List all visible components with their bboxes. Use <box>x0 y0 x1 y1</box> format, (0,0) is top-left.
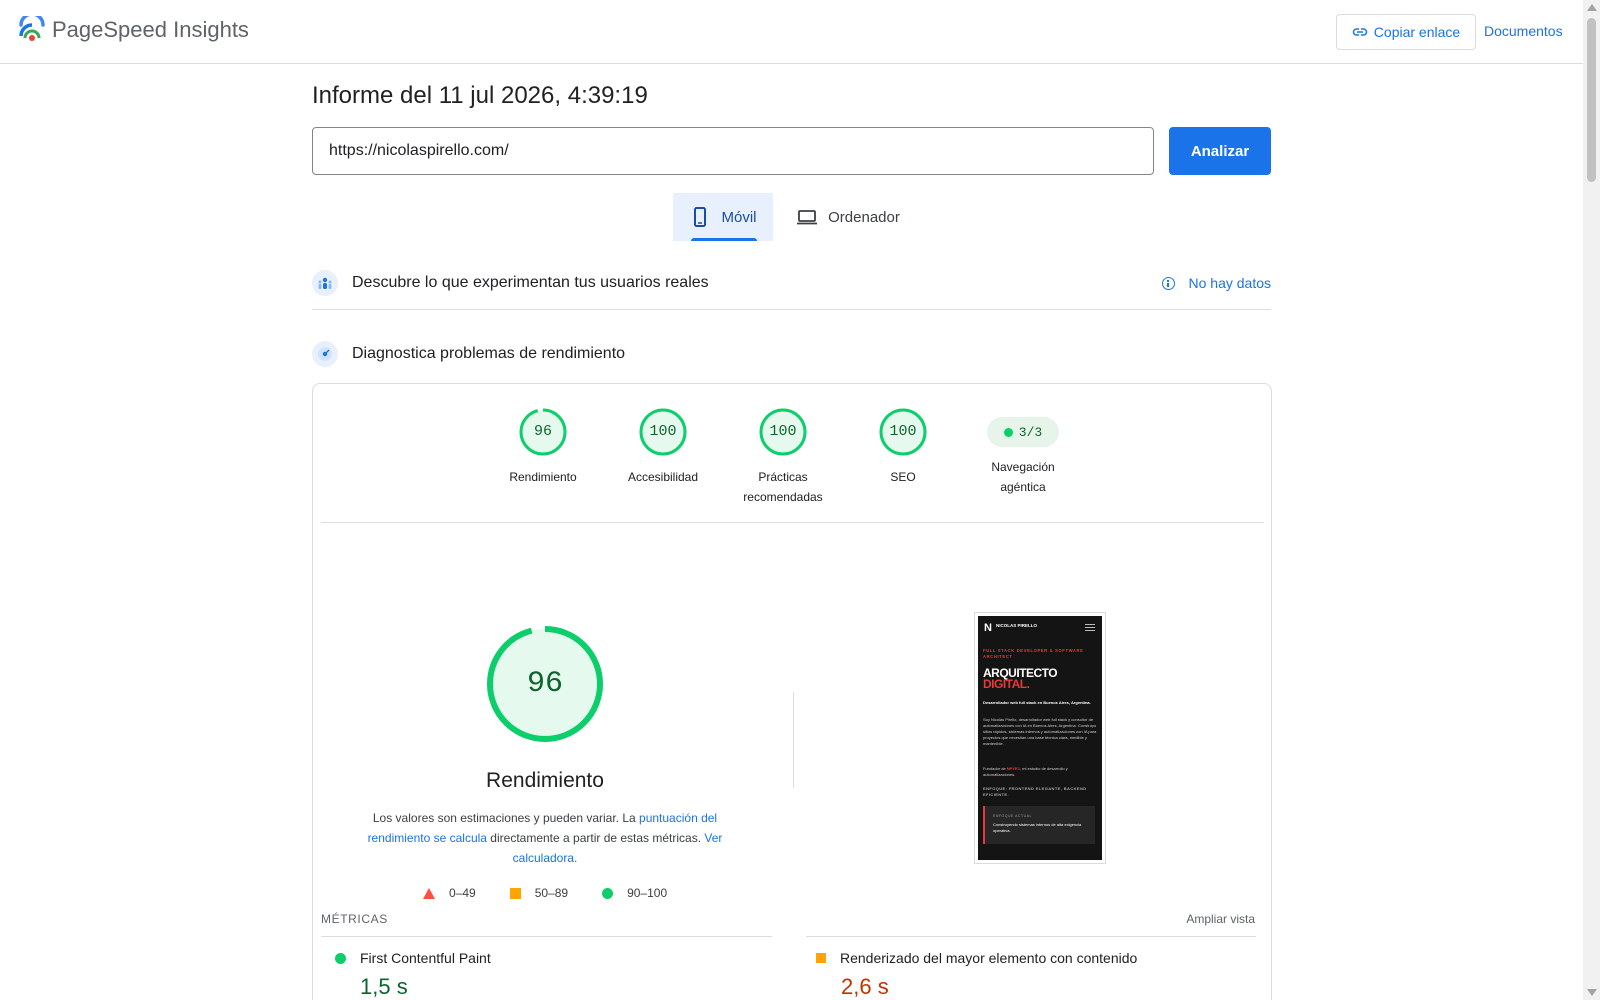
scroll-up-arrow-icon[interactable] <box>1587 4 1597 11</box>
legend-fail: 0–49 <box>423 886 476 900</box>
screenshot-content: N NICOLAS PIRELLO FULL STACK DEVELOPER &… <box>978 616 1102 860</box>
report-card: 96 Rendimiento 100 Accesibilidad 100 Prá… <box>312 383 1272 1000</box>
average-square-icon <box>509 887 521 899</box>
fail-triangle-icon <box>423 887 435 899</box>
hamburger-menu-icon <box>1085 624 1095 631</box>
agentic-pill: 3/3 <box>987 417 1059 447</box>
metric-value: 2,6 s <box>841 974 889 999</box>
copy-link-button[interactable]: Copiar enlace <box>1336 14 1476 50</box>
performance-note: Los valores son estimaciones y pueden va… <box>365 808 725 868</box>
vertical-divider <box>793 692 794 788</box>
gauge-value: 100 <box>649 423 677 440</box>
mobile-phone-icon <box>694 207 707 227</box>
tab-mobile-label: Móvil <box>721 208 757 226</box>
metric-name: Renderizado del mayor elemento con conte… <box>840 950 1138 966</box>
pass-circle-icon <box>335 952 346 964</box>
performance-gauge: 96 <box>485 624 605 744</box>
site-brand: NICOLAS PIRELLO <box>996 623 1038 628</box>
lab-data-title: Diagnostica problemas de rendimiento <box>352 345 626 362</box>
pagespeed-logo-icon[interactable] <box>18 16 46 46</box>
brand-title[interactable]: PageSpeed Insights <box>52 17 249 43</box>
gauge-label: Navegación agéntica <box>991 460 1055 494</box>
copy-link-label: Copiar enlace <box>1373 24 1461 40</box>
site-subtitle: FULL STACK DEVELOPER & SOFTWARE ARCHITEC… <box>983 648 1084 659</box>
founder-text: Fundador de <box>983 766 1007 771</box>
docs-link[interactable]: Documentos <box>1484 23 1563 39</box>
diagnostics-icon <box>312 341 338 367</box>
metric-value: 1,5 s <box>360 974 408 999</box>
report-title: Informe del 11 jul 2026, 4:39:19 <box>312 82 648 109</box>
laptop-icon <box>797 210 818 225</box>
legend-range: 0–49 <box>449 886 476 900</box>
link-icon <box>1352 28 1367 36</box>
gauge-seo[interactable]: 100 SEO <box>848 407 958 487</box>
legend-average: 50–89 <box>509 886 569 900</box>
site-heading: ARQUITECTO DIGITAL. <box>983 667 1058 691</box>
scroll-down-arrow-icon[interactable] <box>1587 989 1597 996</box>
divider <box>806 936 1256 937</box>
site-lead: Desarrollador web full stack en Buenos A… <box>983 700 1091 705</box>
pass-circle-icon <box>602 887 614 899</box>
gauge-agentic[interactable]: 3/3 Navegación agéntica <box>968 407 1078 497</box>
lab-data-section: Diagnostica problemas de rendimiento <box>312 332 1271 376</box>
top-bar: PageSpeed Insights Copiar enlace Documen… <box>0 0 1583 64</box>
founder-brand: NPYE1 <box>1006 766 1020 771</box>
divider <box>321 936 772 937</box>
analyze-button[interactable]: Analizar <box>1169 127 1271 175</box>
gauge-ring: 100 <box>638 407 688 457</box>
site-callout: ENFOQUE ACTUAL Construyendo sistemas int… <box>983 806 1095 844</box>
no-data-label: No hay datos <box>1188 275 1272 291</box>
users-icon <box>312 270 338 296</box>
tab-desktop[interactable]: Ordenador <box>788 193 908 241</box>
average-square-icon <box>816 953 826 963</box>
field-data-section: Descubre lo que experimentan tus usuario… <box>312 257 1271 310</box>
site-founder: Fundador de NPYE1, mi estudio de desarro… <box>983 766 1097 778</box>
site-focus: ENFOQUE: FRONTEND ELEGANTE, BACKEND EFIC… <box>983 786 1087 797</box>
no-data-status[interactable]: No hay datos <box>1161 275 1272 291</box>
gauge-accessibility[interactable]: 100 Accesibilidad <box>608 407 718 487</box>
gauge-best-practices[interactable]: 100 Prácticas recomendadas <box>728 407 838 507</box>
legend-range: 50–89 <box>534 886 569 900</box>
field-data-title: Descubre lo que experimentan tus usuario… <box>352 274 709 291</box>
legend-range: 90–100 <box>627 886 668 900</box>
metric-lcp: Renderizado del mayor elemento con conte… <box>816 950 1137 966</box>
gauge-value: 96 <box>533 423 552 440</box>
gauge-ring: 100 <box>758 407 808 457</box>
expand-view-toggle[interactable]: Ampliar vista <box>1186 912 1255 926</box>
metric-fcp: First Contentful Paint <box>335 950 491 966</box>
gauge-ring: 96 <box>518 407 568 457</box>
gauge-ring: 100 <box>878 407 928 457</box>
score-gauges: 96 Rendimiento 100 Accesibilidad 100 Prá… <box>321 384 1264 523</box>
pass-dot-icon <box>1003 427 1013 437</box>
tab-mobile[interactable]: Móvil <box>673 193 773 241</box>
gauge-performance[interactable]: 96 Rendimiento <box>488 407 598 487</box>
legend-pass: 90–100 <box>602 886 667 900</box>
callout-label: ENFOQUE ACTUAL <box>993 814 1032 818</box>
note-text-2: directamente a partir de estas métricas. <box>486 831 705 845</box>
agentic-value: 3/3 <box>1018 424 1043 440</box>
score-legend: 0–49 50–89 90–100 <box>423 886 701 900</box>
performance-title: Rendimiento <box>486 769 604 792</box>
scroll-thumb[interactable] <box>1587 18 1596 182</box>
gauge-value: 100 <box>769 423 797 440</box>
url-input[interactable] <box>312 127 1154 175</box>
gauge-label: Accesibilidad <box>627 470 699 484</box>
performance-score: 96 <box>526 667 563 701</box>
gauge-label: Prácticas recomendadas <box>743 470 823 504</box>
note-text-1: Los valores son estimaciones y pueden va… <box>372 811 640 825</box>
metric-name: First Contentful Paint <box>360 950 491 966</box>
tab-desktop-label: Ordenador <box>828 208 900 226</box>
heading-line-2: DIGITAL. <box>983 677 1030 691</box>
final-screenshot[interactable]: N NICOLAS PIRELLO FULL STACK DEVELOPER &… <box>974 612 1106 864</box>
scrollbar[interactable] <box>1583 0 1600 1000</box>
gauge-label: Rendimiento <box>509 470 577 484</box>
gauge-label: SEO <box>890 470 916 484</box>
site-body: Soy Nicolás Pirello, desarrollador web f… <box>983 717 1097 746</box>
info-icon <box>1161 276 1175 290</box>
site-logo: N <box>984 622 992 634</box>
gauge-value: 100 <box>889 423 917 440</box>
metrics-header: MÉTRICAS <box>321 912 388 926</box>
callout-text: Construyendo sistemas internos de alta e… <box>993 822 1082 833</box>
